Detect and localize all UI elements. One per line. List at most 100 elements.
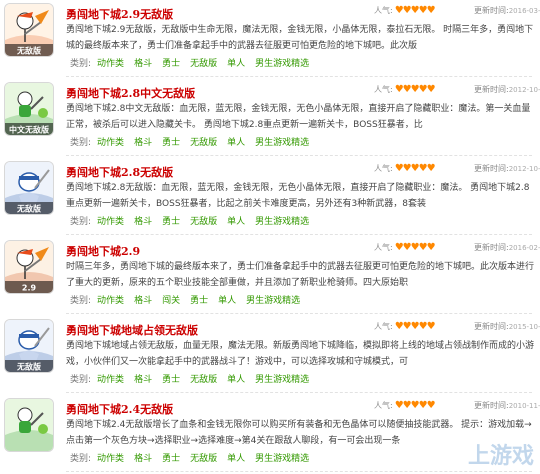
- update-time: 更新时间:2016-03-06: [474, 5, 540, 16]
- svg-text:2.9: 2.9: [22, 284, 37, 293]
- heart-icons: ♥♥♥♥♥: [395, 163, 436, 174]
- site-watermark: 上游戏: [467, 444, 534, 469]
- heart-icon: ♥: [426, 5, 436, 16]
- update-label: 更新时间:: [474, 322, 509, 331]
- tag-link[interactable]: 勇士: [162, 454, 180, 464]
- game-thumbnail[interactable]: 无敌版: [5, 162, 53, 214]
- update-date: 2016-02-28: [508, 244, 540, 252]
- game-description: 勇闯地下城2.8中文无敌版：血无限，蓝无限，金钱无限，无色小晶体无限，直接开启了…: [66, 104, 531, 130]
- divider: [66, 392, 532, 393]
- green-hero-icon: [5, 399, 53, 451]
- stickman-warrior-icon: 2.9: [5, 241, 53, 293]
- popularity-rating: 人气: ♥♥♥♥♥: [374, 321, 436, 332]
- divider: [66, 76, 532, 77]
- heart-icons: ♥♥♥♥♥: [395, 321, 436, 332]
- game-title-link[interactable]: 勇闯地下城地域占领无敌版: [66, 322, 198, 338]
- update-date: 2010-11-19: [508, 402, 540, 410]
- game-title-link[interactable]: 勇闯地下城2.9: [66, 243, 140, 259]
- update-label: 更新时间:: [474, 164, 509, 173]
- heart-icon: ♥: [426, 163, 436, 174]
- category-label: 类别:: [70, 59, 92, 69]
- game-description: 勇闯地下城2.8无敌版：血无限，蓝无限，金钱无限，无色小晶体无限，直接开启了隐藏…: [66, 183, 530, 209]
- game-description: 勇闯地下城地域占领无敌版，血量无限，魔法无限。新版勇闯地下城降临，模拟即将上线的…: [66, 341, 535, 367]
- tag-link[interactable]: 动作类: [97, 59, 124, 69]
- tag-link[interactable]: 单人: [227, 454, 245, 464]
- heart-icon: ♥: [426, 321, 436, 332]
- tag-link[interactable]: 男生游戏精选: [255, 375, 309, 385]
- update-date: 2012-10-10: [508, 86, 540, 94]
- tag-link[interactable]: 无敌版: [190, 138, 217, 148]
- heart-icon: ♥: [426, 84, 436, 95]
- popularity-rating: 人气: ♥♥♥♥♥: [374, 163, 436, 174]
- divider: [66, 313, 532, 314]
- list-item: 无敌版 勇闯地下城2.9无敌版 人气:♥♥♥♥♥ 更新时间:2016-03-06…: [0, 0, 540, 79]
- game-title-link[interactable]: 勇闯地下城2.4无敌版: [66, 401, 173, 417]
- game-thumbnail[interactable]: 无敌版: [5, 320, 53, 372]
- category-label: 类别:: [70, 375, 92, 385]
- tag-link[interactable]: 格斗: [134, 59, 152, 69]
- rating-label: 人气:: [374, 164, 393, 173]
- update-time: 更新时间:2012-10-10: [474, 84, 540, 95]
- tag-link[interactable]: 勇士: [162, 375, 180, 385]
- rating-label: 人气:: [374, 322, 393, 331]
- game-description: 勇闯地下城2.9无敌版，无敌版中生命无限，魔法无限，金钱无限，小晶体无限，泰拉石…: [66, 25, 534, 51]
- blue-knight-icon: 无敌版: [5, 162, 53, 214]
- tag-link[interactable]: 勇士: [190, 296, 208, 306]
- game-thumbnail[interactable]: 2.9: [5, 241, 53, 293]
- game-title-link[interactable]: 勇闯地下城2.8中文无敌版: [66, 85, 195, 101]
- svg-text:无敌版: 无敌版: [16, 46, 41, 56]
- tag-link[interactable]: 男生游戏精选: [255, 59, 309, 69]
- update-time: 更新时间:2016-02-28: [474, 242, 540, 253]
- tag-link[interactable]: 动作类: [97, 454, 124, 464]
- tag-link[interactable]: 男生游戏精选: [246, 296, 300, 306]
- rating-label: 人气:: [374, 6, 393, 15]
- tag-link[interactable]: 男生游戏精选: [255, 454, 309, 464]
- game-thumbnail[interactable]: 无敌版: [5, 4, 53, 56]
- heart-icons: ♥♥♥♥♥: [395, 84, 436, 95]
- tag-link[interactable]: 动作类: [97, 296, 124, 306]
- heart-icon: ♥: [426, 242, 436, 253]
- tag-link[interactable]: 动作类: [97, 217, 124, 227]
- tag-link[interactable]: 无敌版: [190, 375, 217, 385]
- list-item: 无敌版 勇闯地下城2.8无敌版 人气:♥♥♥♥♥ 更新时间:2012-10-09…: [0, 158, 540, 237]
- heart-icon: ♥: [426, 400, 436, 411]
- tag-link[interactable]: 动作类: [97, 138, 124, 148]
- category-tags: 类别: 动作类 格斗 勇士 无敌版 单人 男生游戏精选: [70, 56, 319, 69]
- tag-link[interactable]: 格斗: [134, 217, 152, 227]
- update-time: 更新时间:2012-10-09: [474, 163, 540, 174]
- game-title-link[interactable]: 勇闯地下城2.9无敌版: [66, 6, 173, 22]
- category-label: 类别:: [70, 138, 92, 148]
- tag-link[interactable]: 无敌版: [190, 59, 217, 69]
- tag-link[interactable]: 无敌版: [190, 454, 217, 464]
- game-title-link[interactable]: 勇闯地下城2.8无敌版: [66, 164, 173, 180]
- tag-link[interactable]: 勇士: [162, 59, 180, 69]
- tag-link[interactable]: 单人: [227, 375, 245, 385]
- tag-link[interactable]: 男生游戏精选: [255, 138, 309, 148]
- tag-link[interactable]: 单人: [218, 296, 236, 306]
- tag-link[interactable]: 勇士: [162, 217, 180, 227]
- category-tags: 类别: 动作类 格斗 闯关 勇士 单人 男生游戏精选: [70, 293, 310, 306]
- popularity-rating: 人气: ♥♥♥♥♥: [374, 242, 436, 253]
- tag-link[interactable]: 格斗: [134, 138, 152, 148]
- tag-link[interactable]: 格斗: [134, 454, 152, 464]
- game-thumbnail[interactable]: 中文无敌版: [5, 83, 53, 135]
- game-thumbnail[interactable]: [5, 399, 53, 451]
- tag-link[interactable]: 动作类: [97, 375, 124, 385]
- divider: [66, 471, 532, 472]
- popularity-rating: 人气: ♥♥♥♥♥: [374, 84, 436, 95]
- tag-link[interactable]: 单人: [227, 59, 245, 69]
- update-label: 更新时间:: [474, 6, 509, 15]
- tag-link[interactable]: 单人: [227, 138, 245, 148]
- tag-link[interactable]: 闯关: [162, 296, 180, 306]
- update-label: 更新时间:: [474, 401, 509, 410]
- tag-link[interactable]: 单人: [227, 217, 245, 227]
- tag-link[interactable]: 勇士: [162, 138, 180, 148]
- tag-link[interactable]: 男生游戏精选: [255, 217, 309, 227]
- heart-icons: ♥♥♥♥♥: [395, 400, 436, 411]
- tag-link[interactable]: 格斗: [134, 296, 152, 306]
- category-label: 类别:: [70, 454, 92, 464]
- rating-label: 人气:: [374, 401, 393, 410]
- tag-link[interactable]: 无敌版: [190, 217, 217, 227]
- category-label: 类别:: [70, 296, 92, 306]
- tag-link[interactable]: 格斗: [134, 375, 152, 385]
